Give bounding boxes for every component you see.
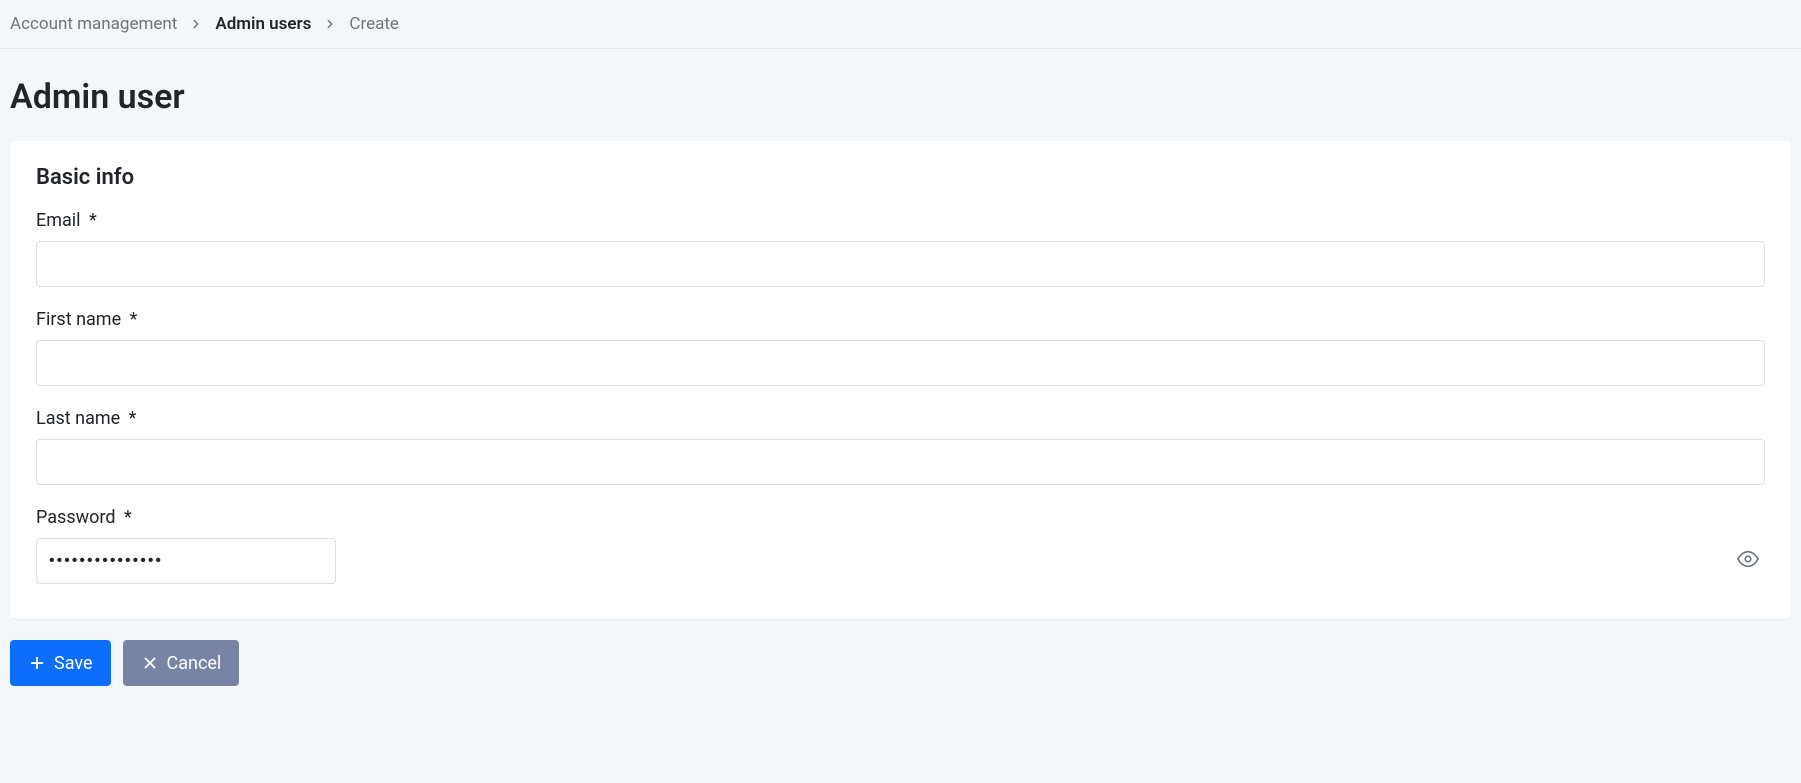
form-group-password: Password * [36, 507, 1765, 584]
page-title: Admin user [10, 77, 1791, 117]
section-title-basic-info: Basic info [36, 165, 1765, 190]
eye-icon [1737, 548, 1759, 574]
password-field[interactable] [36, 538, 336, 584]
plus-icon [28, 654, 46, 672]
form-group-email: Email * [36, 210, 1765, 287]
cancel-label: Cancel [167, 653, 222, 674]
label-text: Email [36, 210, 81, 231]
save-label: Save [54, 653, 93, 674]
email-field[interactable] [36, 241, 1765, 287]
required-asterisk: * [129, 408, 137, 429]
cancel-button[interactable]: Cancel [123, 640, 240, 686]
breadcrumb-item-account-management[interactable]: Account management [10, 14, 177, 34]
label-password: Password * [36, 507, 1765, 528]
breadcrumb-item-create: Create [349, 14, 399, 34]
chevron-right-icon [323, 17, 337, 31]
label-text: Last name [36, 408, 120, 429]
label-text: First name [36, 309, 121, 330]
save-button[interactable]: Save [10, 640, 111, 686]
label-first-name: First name * [36, 309, 1765, 330]
action-bar: Save Cancel [10, 640, 1791, 686]
required-asterisk: * [124, 507, 132, 528]
label-last-name: Last name * [36, 408, 1765, 429]
required-asterisk: * [89, 210, 97, 231]
toggle-password-visibility[interactable] [1731, 542, 1765, 580]
label-email: Email * [36, 210, 1765, 231]
form-group-last-name: Last name * [36, 408, 1765, 485]
chevron-right-icon [189, 17, 203, 31]
last-name-field[interactable] [36, 439, 1765, 485]
form-group-first-name: First name * [36, 309, 1765, 386]
required-asterisk: * [130, 309, 138, 330]
breadcrumb: Account management Admin users Create [0, 0, 1801, 49]
close-icon [141, 654, 159, 672]
first-name-field[interactable] [36, 340, 1765, 386]
password-row [36, 538, 1765, 584]
label-text: Password [36, 507, 116, 528]
breadcrumb-item-admin-users[interactable]: Admin users [215, 14, 311, 34]
form-card: Basic info Email * First name * Last nam… [10, 141, 1791, 618]
